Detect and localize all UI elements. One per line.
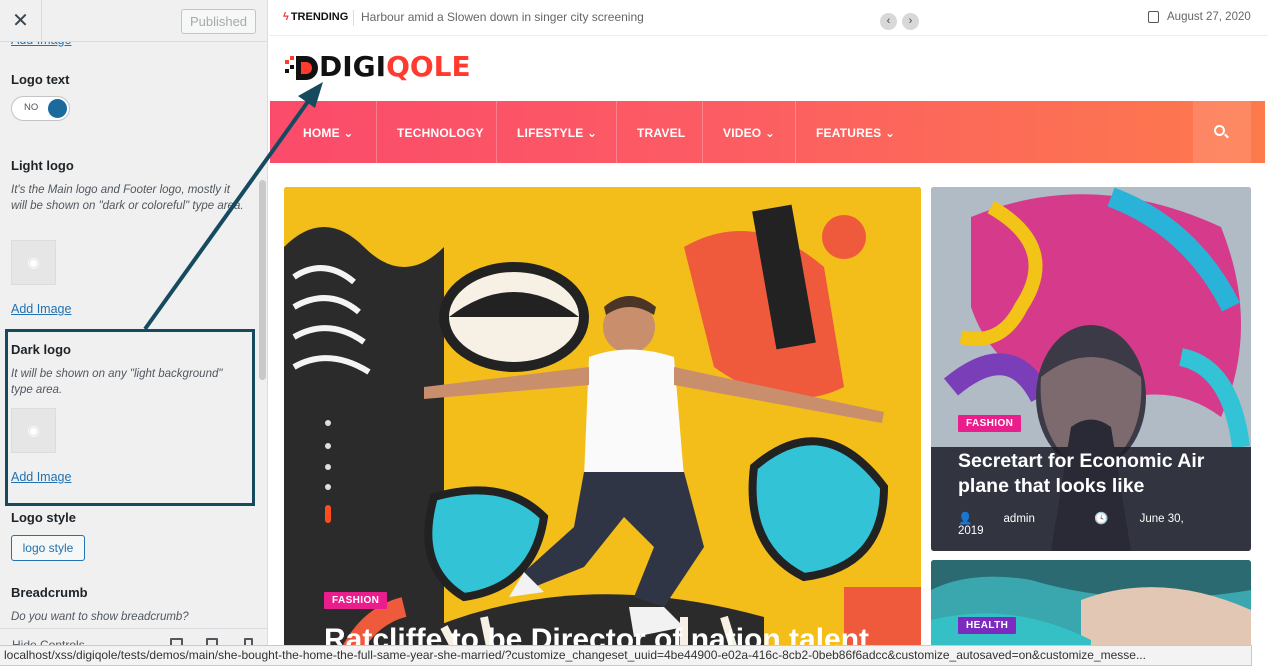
nav-item-video[interactable]: VIDEO ⌄ — [723, 126, 775, 140]
logo-text-toggle[interactable]: NO — [11, 96, 70, 121]
slider-dot-active[interactable] — [325, 505, 331, 523]
logo-text-part2: QOLE — [386, 50, 471, 83]
customizer-sidebar: Add Image Logo text NO Light logo It's t… — [0, 0, 268, 666]
chevron-down-icon: ⌄ — [587, 126, 598, 140]
bolt-icon: ϟ — [283, 11, 289, 23]
top-bar: ϟ TRENDING Harbour amid a Slowen down in … — [269, 0, 1268, 36]
nav-divider — [376, 101, 377, 163]
clock-icon: 🕓 — [1094, 513, 1109, 525]
light-logo-add-image-link[interactable]: Add Image — [11, 302, 71, 316]
trending-next-icon[interactable]: › — [902, 13, 919, 30]
nav-item-home[interactable]: HOME ⌄ — [303, 126, 354, 140]
card-post-title[interactable]: Secretart for Economic Air plane that lo… — [958, 449, 1238, 499]
sidebar-scrollbar[interactable] — [258, 42, 267, 630]
nav-item-features[interactable]: FEATURES ⌄ — [816, 126, 895, 140]
light-logo-title: Light logo — [11, 158, 74, 173]
toggle-label: NO — [24, 102, 39, 113]
featured-post-card[interactable]: FASHION Secretart for Economic Air plane… — [931, 187, 1251, 551]
search-button[interactable] — [1193, 101, 1251, 163]
trending-divider — [353, 10, 354, 26]
trending-prev-icon[interactable]: ‹ — [880, 13, 897, 30]
nav-item-technology[interactable]: TECHNOLOGY — [397, 126, 484, 140]
browser-status-bar: localhost/xss/digiqole/tests/demos/main/… — [0, 645, 1252, 666]
nav-item-lifestyle[interactable]: LIFESTYLE ⌄ — [517, 126, 597, 140]
nav-item-label: TRAVEL — [637, 126, 686, 140]
nav-divider — [795, 101, 796, 163]
customizer-header: ✕ Published — [0, 0, 267, 42]
nav-item-label: TECHNOLOGY — [397, 126, 484, 140]
author-name[interactable]: admin — [1004, 513, 1035, 525]
slider-dot[interactable] — [325, 443, 331, 449]
logo-style-button[interactable]: logo style — [11, 535, 85, 561]
chevron-down-icon: ⌄ — [343, 126, 354, 140]
card-category-badge[interactable]: HEALTH — [958, 617, 1017, 634]
nav-divider — [616, 101, 617, 163]
slider-dot[interactable] — [325, 484, 331, 490]
eye-icon: ◉ — [27, 254, 40, 270]
logo-text-part1: DIGI — [319, 50, 387, 83]
search-icon-handle — [1224, 133, 1229, 139]
header-date: August 27, 2020 — [1167, 11, 1251, 23]
logo-text-title: Logo text — [11, 72, 70, 87]
nav-item-label: LIFESTYLE — [517, 126, 584, 140]
card-post-meta: 👤 admin 🕓 June 30, 2019 — [958, 511, 1251, 537]
toggle-knob — [48, 99, 67, 118]
site-preview: ϟ TRENDING Harbour amid a Slowen down in … — [269, 0, 1268, 666]
trending-label: ϟ TRENDING — [283, 11, 348, 23]
chevron-down-icon: ⌄ — [884, 126, 896, 140]
logo-wordmark: DIGIQOLE — [319, 50, 471, 83]
chevron-down-icon: ⌄ — [764, 126, 776, 140]
user-icon: 👤 — [958, 513, 973, 525]
author-meta: 👤 admin — [958, 513, 1063, 525]
hero-post[interactable]: FASHION Ratcliffe to be Director of nati… — [284, 187, 921, 666]
customizer-controls: Add Image Logo text NO Light logo It's t… — [0, 0, 258, 630]
logo-mark-icon — [285, 56, 318, 80]
main-navigation: HOME ⌄ TECHNOLOGY LIFESTYLE ⌄ TRAVEL VID… — [270, 101, 1265, 163]
slider-dot[interactable] — [325, 464, 331, 470]
trending-headline-link[interactable]: Harbour amid a Slowen down in singer cit… — [361, 10, 644, 24]
breadcrumb-description: Do you want to show breadcrumb? — [11, 611, 189, 623]
dark-logo-highlight-annotation — [5, 329, 255, 506]
trending-label-text: TRENDING — [290, 11, 349, 23]
nav-item-label: HOME — [303, 126, 340, 140]
scrollbar-thumb[interactable] — [259, 180, 266, 380]
nav-item-travel[interactable]: TRAVEL — [637, 126, 685, 140]
nav-item-label: VIDEO — [723, 126, 762, 140]
nav-item-label: FEATURES — [816, 126, 882, 140]
nav-divider — [496, 101, 497, 163]
published-button[interactable]: Published — [181, 9, 256, 34]
breadcrumb-title: Breadcrumb — [11, 585, 88, 600]
card-category-badge[interactable]: FASHION — [958, 415, 1022, 432]
hero-category-badge[interactable]: FASHION — [324, 592, 388, 609]
nav-divider — [702, 101, 703, 163]
logo-style-title: Logo style — [11, 510, 77, 525]
slider-dot[interactable] — [325, 420, 331, 426]
light-logo-thumbnail[interactable]: ◉ — [11, 240, 56, 285]
light-logo-description: It's the Main logo and Footer logo, most… — [11, 184, 244, 212]
close-customizer-button[interactable]: ✕ — [0, 0, 42, 42]
calendar-icon — [1148, 11, 1159, 23]
